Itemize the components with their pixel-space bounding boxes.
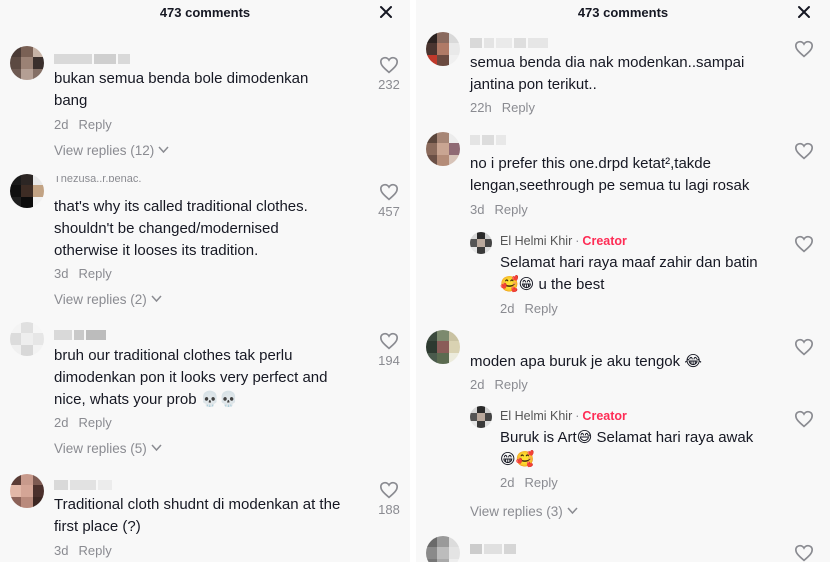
- reply-button[interactable]: Reply: [78, 266, 111, 281]
- comment-meta: 22h Reply: [470, 100, 535, 115]
- chevron-down-icon: [151, 444, 162, 452]
- comment-age: 3d: [54, 543, 69, 558]
- reply-button[interactable]: Reply: [494, 202, 527, 217]
- creator-username[interactable]: El Helmi Khir · Creator: [500, 234, 627, 248]
- comment-text: Buruk is Art😅 Selamat hari raya awak 😁🥰: [500, 429, 754, 468]
- comments-count-title: 473 comments: [159, 5, 251, 20]
- heart-outline-icon: [794, 410, 814, 428]
- username[interactable]: Thezusa..r.benac.: [54, 176, 141, 184]
- avatar[interactable]: [10, 174, 44, 208]
- close-icon[interactable]: [378, 4, 394, 20]
- like-button[interactable]: 457: [374, 183, 404, 219]
- avatar[interactable]: [426, 330, 460, 364]
- comment-age: 3d: [470, 202, 485, 217]
- avatar[interactable]: [426, 536, 460, 562]
- heart-outline-icon: [379, 481, 399, 499]
- heart-outline-icon: [794, 235, 814, 253]
- reply-button[interactable]: Reply: [78, 117, 111, 132]
- comment-text: that's why its called traditional clothe…: [54, 198, 308, 259]
- comment-meta: 2d Reply: [500, 475, 558, 490]
- comment-age: 2d: [54, 415, 69, 430]
- like-count: 188: [378, 502, 400, 517]
- heart-outline-icon: [794, 40, 814, 58]
- reply-button[interactable]: Reply: [494, 377, 527, 392]
- heart-outline-icon: [379, 332, 399, 350]
- reply-button[interactable]: Reply: [78, 415, 111, 430]
- view-replies-button[interactable]: View replies (12): [54, 143, 169, 158]
- reply-button[interactable]: Reply: [524, 475, 557, 490]
- comment-meta: 3d Reply: [54, 266, 112, 281]
- comment-age: 22h: [470, 100, 492, 115]
- like-button[interactable]: [789, 235, 819, 253]
- view-replies-button[interactable]: View replies (2): [54, 292, 162, 307]
- comment-meta: 3d Reply: [54, 543, 112, 558]
- comment-text: no i prefer this one.drpd ketat²,takde le…: [470, 155, 750, 194]
- username-blurred[interactable]: [54, 480, 112, 490]
- like-button[interactable]: 188: [374, 481, 404, 517]
- creator-avatar[interactable]: [470, 232, 492, 254]
- comment-meta: 2d Reply: [500, 301, 558, 316]
- avatar[interactable]: [10, 46, 44, 80]
- comment-age: 2d: [470, 377, 485, 392]
- comment-age: 2d: [500, 301, 515, 316]
- view-replies-button[interactable]: View replies (3): [470, 504, 578, 519]
- username-blurred[interactable]: [470, 544, 516, 554]
- username-blurred[interactable]: [54, 330, 106, 340]
- avatar[interactable]: [426, 132, 460, 166]
- creator-badge: Creator: [582, 234, 627, 248]
- comment-age: 2d: [54, 117, 69, 132]
- like-count: 232: [378, 77, 400, 92]
- comments-panel-right: 473 comments semua benda dia nak modenka…: [416, 0, 830, 562]
- comment-text: moden apa buruk je aku tengok 😂: [470, 353, 702, 370]
- like-button[interactable]: 194: [374, 332, 404, 368]
- heart-outline-icon: [794, 544, 814, 562]
- heart-outline-icon: [379, 56, 399, 74]
- close-icon[interactable]: [796, 4, 812, 20]
- comment-text: bukan semua benda bole dimodenkan bang: [54, 70, 309, 109]
- heart-outline-icon: [794, 142, 814, 160]
- avatar[interactable]: [426, 32, 460, 66]
- chevron-down-icon: [567, 507, 578, 515]
- heart-outline-icon: [379, 183, 399, 201]
- like-button[interactable]: [789, 142, 819, 160]
- username-blurred[interactable]: [54, 54, 130, 64]
- comments-count-title: 473 comments: [577, 5, 669, 20]
- creator-username[interactable]: El Helmi Khir · Creator: [500, 409, 627, 423]
- avatar[interactable]: [10, 474, 44, 508]
- username-blurred[interactable]: [470, 135, 506, 145]
- comment-meta: 2d Reply: [54, 117, 112, 132]
- comments-header: 473 comments: [416, 4, 830, 24]
- comment-text: Traditional cloth shudnt di modenkan at …: [54, 496, 341, 535]
- comment-text: semua benda dia nak modenkan..sampai jant…: [470, 54, 745, 93]
- like-button[interactable]: 232: [374, 56, 404, 92]
- comment-meta: 2d Reply: [54, 415, 112, 430]
- chevron-down-icon: [151, 295, 162, 303]
- like-count: 457: [378, 204, 400, 219]
- reply-button[interactable]: Reply: [78, 543, 111, 558]
- comment-age: 2d: [500, 475, 515, 490]
- view-replies-button[interactable]: View replies (5): [54, 441, 162, 456]
- comment-meta: 2d Reply: [470, 377, 528, 392]
- like-button[interactable]: [789, 338, 819, 356]
- like-button[interactable]: [789, 544, 819, 562]
- reply-button[interactable]: Reply: [502, 100, 535, 115]
- like-button[interactable]: [789, 40, 819, 58]
- comment-text: bruh our traditional clothes tak perlu di…: [54, 347, 328, 408]
- creator-badge: Creator: [582, 409, 627, 423]
- username-blurred[interactable]: [470, 38, 548, 48]
- avatar[interactable]: [10, 322, 44, 356]
- comment-age: 3d: [54, 266, 69, 281]
- heart-outline-icon: [794, 338, 814, 356]
- comment-meta: 3d Reply: [470, 202, 528, 217]
- comments-panel-left: 473 comments bukan semua benda bole dimo…: [0, 0, 410, 562]
- comment-text: Selamat hari raya maaf zahir dan batin 🥰😁…: [500, 254, 758, 293]
- creator-avatar[interactable]: [470, 406, 492, 428]
- like-count: 194: [378, 353, 400, 368]
- chevron-down-icon: [158, 146, 169, 154]
- comments-header: 473 comments: [0, 4, 410, 24]
- reply-button[interactable]: Reply: [524, 301, 557, 316]
- like-button[interactable]: [789, 410, 819, 428]
